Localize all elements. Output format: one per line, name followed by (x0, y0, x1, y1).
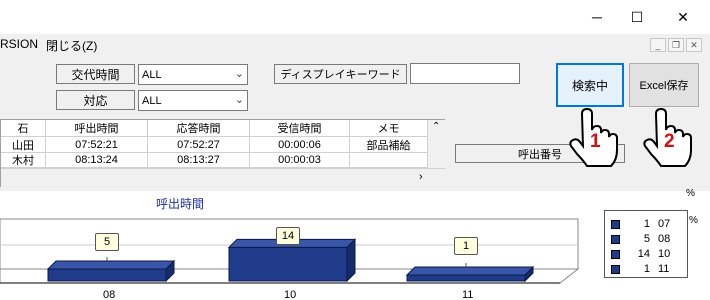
percent-label-top: % (686, 188, 695, 199)
legend-entry: 1 07 (611, 217, 685, 231)
x-tick-label: 11 (462, 289, 473, 300)
legend-code: 08 (658, 233, 671, 245)
callout-2: 2 (664, 131, 675, 152)
call-log-table: 石 呼出時間 応答時間 受信時間 メモ 山田 07:52:21 07:52:27… (0, 119, 445, 187)
search-button-label: 検索中 (571, 78, 608, 93)
legend-swatch (611, 249, 620, 259)
chart-bar (47, 268, 167, 282)
table-row[interactable]: 山田 07:52:21 07:52:27 00:00:06 部品補給 (1, 137, 428, 153)
chevron-down-icon: ⌄ (234, 68, 244, 80)
callout-1: 1 (590, 131, 601, 152)
table-cell: 木村 (1, 153, 46, 168)
legend-count: 5 (643, 233, 650, 245)
vertical-scrollbar[interactable]: ⌃ (428, 120, 445, 168)
maximize-button[interactable]: ☐ (614, 0, 660, 34)
chart-bar (406, 274, 526, 282)
excel-save-button-label: Excel保存 (639, 80, 689, 92)
menu-item-close[interactable]: 閉じる(Z) (46, 37, 97, 54)
legend-swatch (611, 219, 620, 229)
legend-code: 10 (658, 248, 671, 260)
table-row[interactable]: 木村 08:13:24 08:13:27 00:00:03 (1, 153, 428, 168)
legend-code: 07 (658, 218, 671, 230)
exchange-time-value: ALL (142, 68, 162, 81)
chart-bar-side (346, 238, 356, 283)
legend-swatch (611, 234, 620, 244)
x-tick-label: 10 (284, 289, 296, 300)
chart-bar-top (405, 266, 535, 276)
search-button[interactable]: 検索中 (556, 63, 624, 107)
table-cell: 08:13:24 (46, 153, 148, 168)
legend-swatch (611, 264, 620, 274)
column-header-response-time[interactable]: 応答時間 (148, 120, 250, 137)
table-cell: 07:52:27 (148, 137, 250, 153)
column-header-receive-time[interactable]: 受信時間 (250, 120, 350, 137)
column-header-memo[interactable]: メモ (350, 120, 428, 137)
menu-bar: RSION 閉じる(Z) (0, 34, 710, 54)
column-header-name[interactable]: 石 (1, 120, 46, 137)
mdi-minimize-icon: _ (655, 40, 661, 50)
title-bar: ─ ☐ ✕ (0, 0, 710, 34)
mdi-minimize-button[interactable]: _ (650, 38, 666, 52)
percent-label-right: % (689, 215, 698, 226)
maximize-icon: ☐ (630, 8, 644, 25)
table-cell (350, 153, 428, 168)
mdi-restore-icon: ❐ (671, 39, 681, 50)
scroll-right-icon[interactable]: › (419, 171, 423, 183)
column-header-call-time[interactable]: 呼出時間 (46, 120, 148, 137)
table-cell: 07:52:21 (46, 137, 148, 153)
chart-title: 呼出時間 (156, 197, 205, 211)
menu-item-version[interactable]: RSION (0, 37, 38, 51)
response-label: 対応 (56, 90, 135, 110)
chart-bar (228, 246, 348, 282)
chart-legend: 1 07 5 08 14 10 1 11 (604, 210, 688, 278)
response-value: ALL (142, 94, 162, 107)
horizontal-scrollbar[interactable]: › (1, 168, 445, 187)
application-window: ─ ☐ ✕ RSION 閉じる(Z) _ ❐ ✕ 交代時間 ALL ⌄ 対応 A… (0, 0, 710, 300)
table-cell: 山田 (1, 137, 46, 153)
table-cell: 00:00:06 (250, 137, 350, 153)
legend-count: 1 (643, 218, 650, 230)
table-cell: 08:13:27 (148, 153, 250, 168)
close-button[interactable]: ✕ (660, 0, 706, 34)
display-keyword-label: ディスプレイキーワード (274, 64, 407, 84)
legend-entry: 5 08 (611, 232, 685, 246)
legend-code: 11 (658, 263, 670, 275)
data-label: 1 (454, 237, 478, 255)
table-cell: 00:00:03 (250, 153, 350, 168)
minimize-icon: ─ (592, 9, 602, 25)
exchange-time-label: 交代時間 (56, 64, 135, 84)
exchange-time-select[interactable]: ALL ⌄ (138, 64, 248, 85)
mdi-close-icon: ✕ (690, 39, 698, 50)
legend-entry: 1 11 (611, 262, 685, 276)
excel-save-button[interactable]: Excel保存 (629, 63, 699, 107)
chevron-down-icon: ⌄ (234, 94, 244, 106)
response-select[interactable]: ALL ⌄ (138, 90, 248, 111)
display-keyword-input[interactable] (410, 63, 520, 84)
legend-count: 14 (637, 248, 650, 260)
data-label: 14 (276, 227, 300, 245)
data-label: 5 (95, 233, 119, 251)
chart-bar-top (46, 260, 176, 270)
mdi-close-button[interactable]: ✕ (686, 38, 702, 52)
mdi-restore-button[interactable]: ❐ (668, 38, 684, 52)
close-icon: ✕ (677, 8, 689, 25)
legend-count: 1 (643, 263, 650, 275)
table-cell: 部品補給 (350, 137, 428, 153)
legend-entry: 14 10 (611, 247, 685, 261)
scroll-up-icon[interactable]: ⌃ (432, 121, 440, 132)
x-tick-label: 08 (103, 289, 115, 300)
filter-panel: 交代時間 ALL ⌄ 対応 ALL ⌄ ディスプレイキーワード (0, 57, 545, 117)
